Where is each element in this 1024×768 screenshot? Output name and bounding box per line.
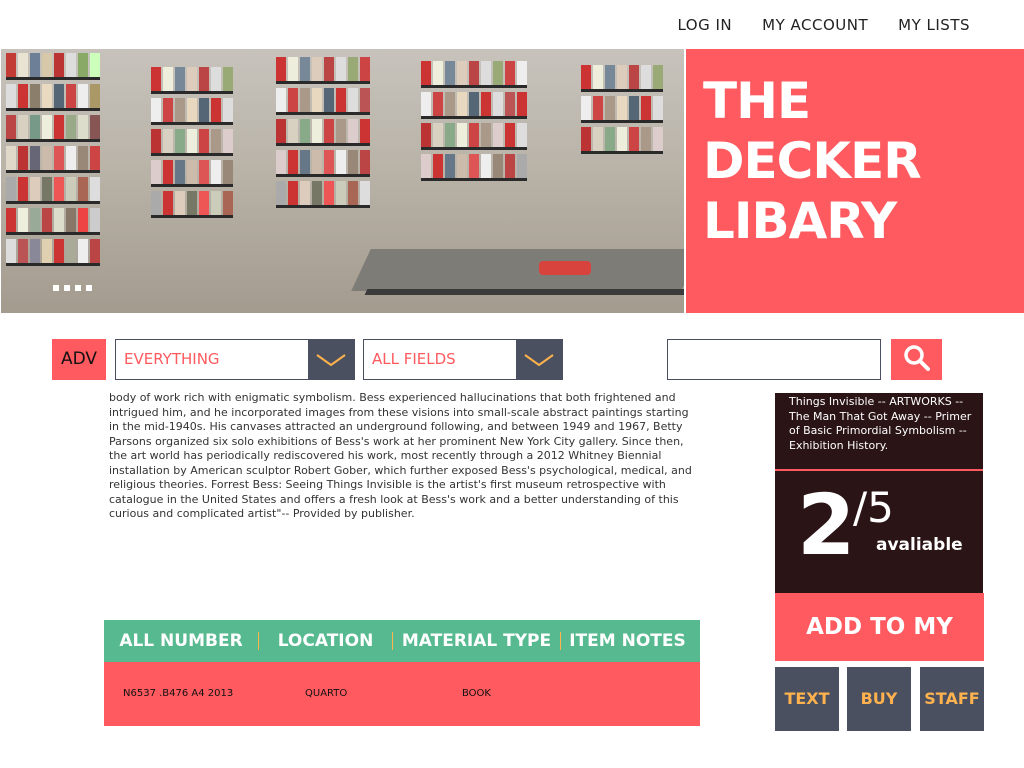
holdings-header: ALL NUMBER LOCATION MATERIAL TYPE ITEM N… [104, 620, 700, 662]
carousel-dot[interactable] [53, 285, 59, 291]
cell-material-type: BOOK [462, 688, 491, 699]
title-line-3: LIBARY [703, 192, 897, 250]
available-label: avaliable [876, 535, 963, 555]
availability-panel: 2 /5 avaliable [775, 471, 983, 593]
my-account-link[interactable]: MY ACCOUNT [762, 16, 868, 34]
carousel-dot[interactable] [86, 285, 92, 291]
total-copies: /5 [853, 483, 894, 532]
add-to-list-button[interactable]: ADD TO MY LIST [775, 593, 984, 708]
top-nav: LOG IN MY ACCOUNT MY LISTS [677, 16, 970, 34]
my-lists-link[interactable]: MY LISTS [898, 16, 970, 34]
advanced-search-button[interactable]: ADV [52, 339, 106, 380]
chevron-down-icon [516, 340, 562, 379]
carousel-dot[interactable] [64, 285, 70, 291]
staff-button[interactable]: STAFF [920, 667, 984, 731]
title-line-2: DECKER [703, 132, 922, 190]
book-description: body of work rich with enigmatic symboli… [109, 391, 692, 519]
carousel-dot[interactable] [75, 285, 81, 291]
title-line-1: THE [703, 72, 811, 130]
text-button[interactable]: TEXT [775, 667, 839, 731]
cell-call-number: N6537 .B476 A4 2013 [123, 688, 234, 699]
search-input[interactable] [667, 339, 881, 380]
scope-select[interactable]: EVERYTHING [115, 339, 355, 380]
buy-button[interactable]: BUY [847, 667, 911, 731]
carousel-dots[interactable] [53, 285, 92, 291]
hero-library-photo [1, 49, 684, 313]
available-count: 2 [797, 476, 856, 574]
scope-select-label: EVERYTHING [124, 350, 220, 368]
header-item-notes: ITEM NOTES [569, 631, 686, 651]
chevron-down-icon [308, 340, 354, 379]
login-link[interactable]: LOG IN [677, 16, 732, 34]
table-row: N6537 .B476 A4 2013 QUARTO BOOK [104, 662, 700, 726]
search-icon [903, 344, 931, 376]
cell-location: QUARTO [305, 688, 348, 699]
contents-panel: Things Invisible -- ARTWORKS -- The Man … [775, 393, 983, 470]
field-select-label: ALL FIELDS [372, 350, 456, 368]
holdings-table: ALL NUMBER LOCATION MATERIAL TYPE ITEM N… [104, 620, 700, 726]
header-location: LOCATION [277, 631, 374, 651]
contents-text: Things Invisible -- ARTWORKS -- The Man … [789, 395, 972, 452]
header-call-number: ALL NUMBER [119, 631, 243, 651]
field-select[interactable]: ALL FIELDS [363, 339, 563, 380]
library-title-panel: THE DECKER LIBARY [686, 49, 1024, 313]
search-button[interactable] [891, 339, 942, 380]
header-material-type: MATERIAL TYPE [401, 631, 552, 651]
